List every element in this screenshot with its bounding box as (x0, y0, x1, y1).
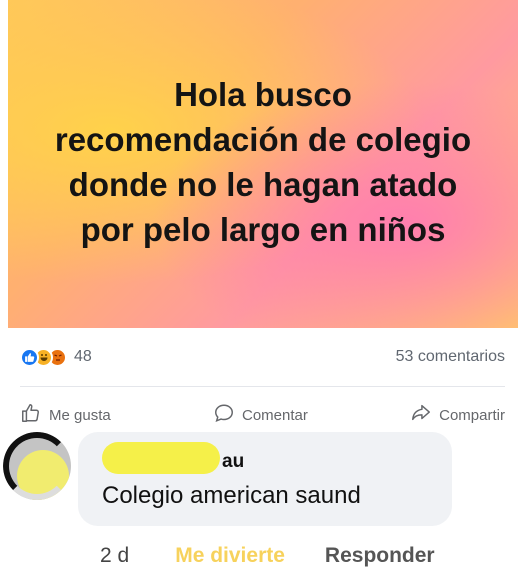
comment-timestamp[interactable]: 2 d (100, 544, 129, 568)
share-arrow-icon (410, 402, 432, 428)
reaction-count: 48 (74, 348, 92, 365)
share-button[interactable]: Compartir (410, 402, 505, 428)
like-button[interactable]: Me gusta (20, 402, 111, 428)
comment-bubble: au Colegio american saund (78, 432, 452, 526)
share-button-label: Compartir (439, 406, 505, 424)
speech-bubble-icon (213, 402, 235, 428)
comments-count-link[interactable]: 53 comentarios (396, 348, 505, 366)
comment-author-name[interactable]: au (222, 451, 244, 473)
comment-text: Colegio american saund (102, 482, 361, 509)
comment-meta-row: 2 d Me divierte Responder (100, 541, 435, 571)
comment-reaction-button[interactable]: Me divierte (175, 544, 285, 568)
reactions-summary[interactable]: 48 (20, 347, 92, 367)
post-actions-row: Me gusta Comentar Compartir (20, 402, 505, 428)
avatar-story-ring (3, 432, 71, 500)
like-button-label: Me gusta (49, 406, 111, 424)
comment-button-label: Comentar (241, 406, 308, 424)
thumbs-up-icon (20, 402, 42, 428)
post-text: Hola busco recomendación de colegio dond… (54, 76, 472, 248)
comment-button[interactable]: Comentar (213, 402, 308, 428)
post-background-banner: Hola busco recomendación de colegio dond… (8, 0, 518, 328)
author-name-redaction (102, 442, 220, 474)
commenter-avatar[interactable] (3, 432, 71, 500)
reply-button[interactable]: Responder (325, 544, 435, 568)
like-icon (20, 347, 39, 367)
post-stats-row: 48 53 comentarios (20, 344, 505, 370)
stats-divider (20, 386, 505, 387)
